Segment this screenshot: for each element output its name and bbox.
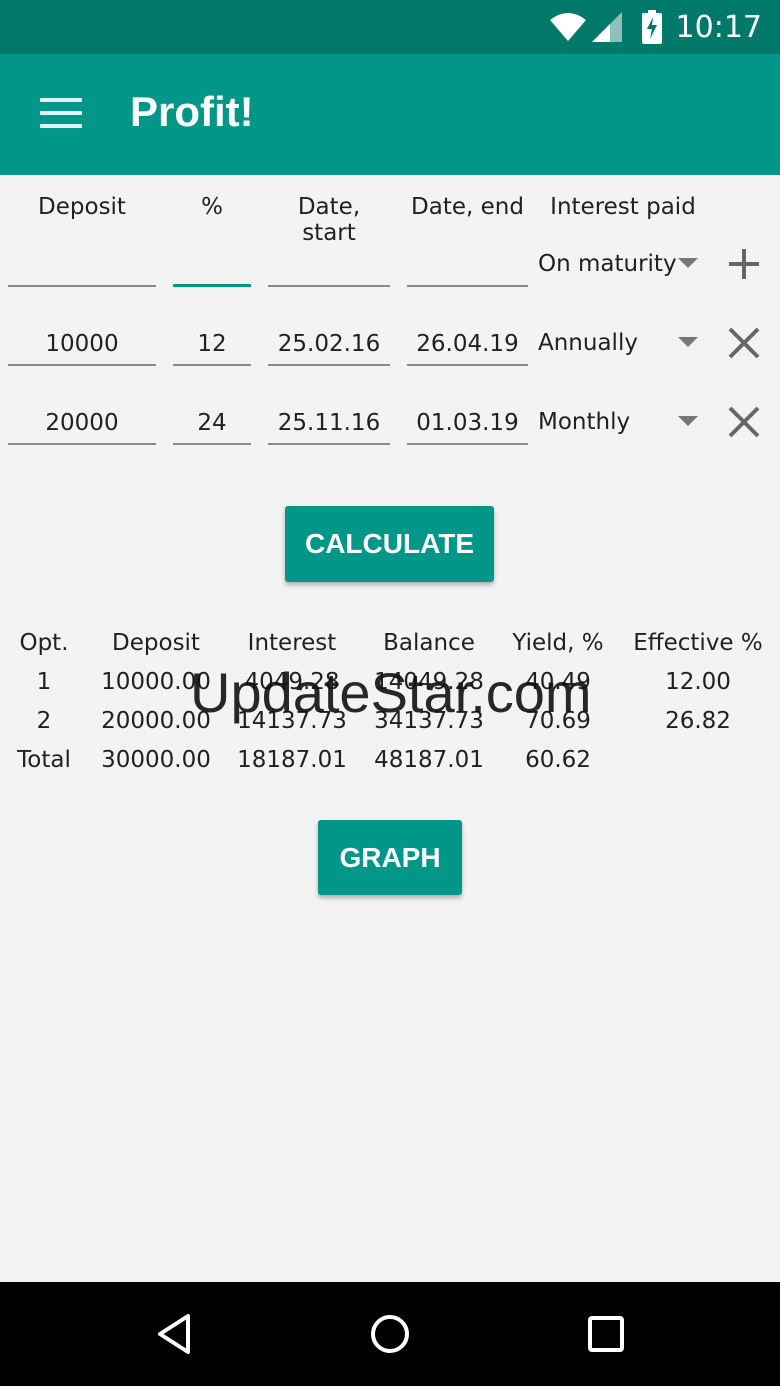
row2-interest-paid-select[interactable]: Monthly [538,400,630,444]
results-header-deposit: Deposit [112,630,200,656]
results-cell: 60.62 [525,747,591,773]
status-icons: 10:17 [549,0,762,54]
graph-button[interactable]: GRAPH [318,820,462,895]
home-icon[interactable] [364,1308,416,1360]
row1-interest-paid-select[interactable]: Annually [538,321,638,365]
header-date-end: Date, end [411,194,524,220]
header-percent: % [201,194,223,220]
row1-deposit-input[interactable]: 10000 [8,322,156,366]
results-header-balance: Balance [383,630,475,656]
navigation-bar [0,1282,780,1386]
watermark: UpdateStar.com [190,661,592,724]
header-deposit: Deposit [38,194,126,220]
header-interest-paid: Interest paid [550,194,696,220]
back-icon[interactable] [148,1308,200,1360]
results-cell: 1 [36,669,52,695]
row2-date-end-input[interactable]: 01.03.19 [407,401,528,445]
results-cell: Total [17,747,71,773]
results-cell: 48187.01 [374,747,484,773]
deposit-input[interactable] [8,243,156,287]
battery-charging-icon [641,10,662,44]
row1-date-end-input[interactable]: 26.04.19 [407,322,528,366]
percent-input[interactable] [173,243,251,287]
results-cell: 18187.01 [237,747,347,773]
header-date-start: Date, start [297,194,361,246]
results-header-interest: Interest [247,630,337,656]
interest-paid-select[interactable]: On maturity [538,242,677,286]
row1-percent-input[interactable]: 12 [173,322,251,366]
status-bar: 10:17 [0,0,780,54]
calculate-button[interactable]: CALCULATE [285,506,494,582]
date-start-input[interactable] [268,243,390,287]
chevron-down-icon[interactable] [678,337,698,347]
wifi-icon [549,12,586,42]
app-title: Profit! [130,88,254,135]
close-icon[interactable] [727,326,761,360]
results-cell: 2 [36,708,52,734]
signal-icon [591,12,622,42]
row2-deposit-input[interactable]: 20000 [8,401,156,445]
chevron-down-icon[interactable] [678,258,698,268]
status-clock: 10:17 [675,9,762,45]
date-end-input[interactable] [407,243,528,287]
recents-icon[interactable] [580,1308,632,1360]
results-cell: 12.00 [665,669,731,695]
close-icon[interactable] [727,405,761,439]
row2-date-start-input[interactable]: 25.11.16 [268,401,390,445]
results-cell: 26.82 [665,708,731,734]
results-header-opt: Opt. [19,630,69,656]
app-bar: Profit! [0,54,780,175]
results-cell: 30000.00 [101,747,211,773]
menu-icon[interactable] [40,98,82,130]
row1-date-start-input[interactable]: 25.02.16 [268,322,390,366]
add-icon[interactable] [727,247,761,281]
row2-percent-input[interactable]: 24 [173,401,251,445]
results-header-yield: Yield, % [512,630,604,656]
chevron-down-icon[interactable] [678,416,698,426]
results-header-effective: Effective % [633,630,763,656]
